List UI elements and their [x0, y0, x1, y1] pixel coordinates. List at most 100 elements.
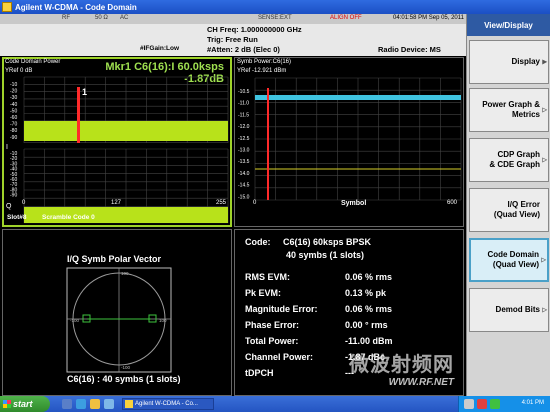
softkey-cdp-cde-graph[interactable]: CDP Graph & CDE Graph ▷ [469, 138, 549, 182]
start-button[interactable]: start [0, 396, 50, 412]
cdp-y-tick-label: -60 [10, 115, 17, 121]
taskbar-item-label: Agilent W-CDMA - Co... [135, 401, 198, 407]
cdp-x-tick-127: 127 [111, 200, 122, 206]
softkey-iq-error-quad[interactable]: I/Q Error (Quad View) [469, 188, 549, 232]
cdp-y-tick-label: -40 [10, 102, 17, 108]
scramble-code: Scramble Code 0 [42, 214, 95, 221]
metrics-code-value: C6(16) 60ksps BPSK [283, 237, 372, 247]
symb-y-tick-label: -14.5 [238, 183, 250, 189]
status-sense: SENSE:EXT [258, 15, 292, 21]
window-title: Agilent W-CDMA - Code Domain [15, 2, 137, 12]
browser-icon[interactable] [76, 399, 86, 409]
iq-tick-right: 100 [159, 318, 167, 323]
softkey-menu: View/Display Display ▶ Power Graph & Met… [466, 14, 550, 396]
slot-number: Slot#8 [7, 214, 27, 221]
cdp-gridlines [23, 76, 229, 224]
radio-device: Radio Device: MS [378, 45, 441, 54]
status-datetime: 04:01:58 PM Sep 05, 2011 [393, 15, 464, 21]
metric-value: -11.00 dBm [345, 336, 393, 346]
metric-value: 0.06 % rms [345, 304, 393, 314]
metric-row: Channel Power: -1.87 dBc [245, 352, 455, 362]
if-gain: #IFGain:Low [140, 45, 179, 52]
metrics-code-header: Code: C6(16) 60ksps BPSK 40 symbs (1 slo… [245, 237, 371, 260]
metric-value: -1.87 dBc [345, 352, 386, 362]
symb-x-tick-600: 600 [447, 200, 458, 206]
tray-icon[interactable] [490, 399, 500, 409]
cdp-signal-bar [77, 87, 80, 143]
submenu-arrow-icon: ▷ [542, 307, 547, 314]
cdp-y-tick-label: -30 [10, 95, 17, 101]
metric-value: --- [345, 368, 354, 378]
cdp-i-branch-label: I [6, 144, 8, 151]
cdp-y-tick-labels-q: -10-20-30-40-50-60-70-80-90 [10, 151, 17, 199]
metric-label: Pk EVM: [245, 288, 282, 298]
softkey-code-domain-label: Code Domain (Quad View) [487, 250, 539, 269]
submenu-arrow-icon: ▷ [542, 157, 547, 164]
metric-label: Magnitude Error: [245, 304, 318, 314]
metric-row: Pk EVM: 0.13 % pk [245, 288, 455, 298]
symb-x-label: Symbol [341, 200, 367, 207]
cdp-y-tick-label: -90 [10, 135, 17, 141]
windows-logo-icon [3, 400, 11, 408]
softkey-power-graph-metrics[interactable]: Power Graph & Metrics ▷ [469, 88, 549, 132]
symb-y-tick-label: -10.5 [238, 89, 250, 95]
code-domain-power-window[interactable]: Code Domain Power YRef 0 dB Mkr1 C6(16):… [2, 57, 232, 227]
trigger: Trig: Free Run [207, 35, 258, 44]
metric-row: Total Power: -11.00 dBm [245, 336, 455, 346]
iq-polar-window[interactable]: I/Q Symb Polar Vector -100 100 100 -100 … [2, 229, 232, 396]
softkey-demod-bits-label: Demod Bits [495, 305, 540, 314]
ch-freq: CH Freq: 1.000000000 GHz [207, 25, 302, 34]
softkey-cdp-graph-label: CDP Graph & CDE Graph [489, 150, 540, 169]
softkey-code-domain-quad[interactable]: Code Domain (Quad View) ▷ [469, 238, 549, 282]
metric-label: Channel Power: [245, 352, 314, 362]
metric-value: 0.06 % rms [345, 272, 393, 282]
cdp-y-tick-label: -80 [10, 128, 17, 134]
metrics-window[interactable]: Code: C6(16) 60ksps BPSK 40 symbs (1 slo… [234, 229, 464, 396]
metric-label: RMS EVM: [245, 272, 290, 282]
iq-tick-top: 100 [121, 271, 129, 276]
symb-y-tick-label: -11.5 [238, 112, 249, 118]
cdp-i-noise-band [24, 121, 228, 141]
attenuation: #Atten: 2 dB (Elec 0) [207, 45, 280, 54]
cdp-y-tick-label: -90 [10, 193, 17, 199]
start-label: start [13, 399, 33, 409]
show-desktop-icon[interactable] [62, 399, 72, 409]
cdp-x-tick-255: 255 [216, 200, 227, 206]
folder-icon[interactable] [90, 399, 100, 409]
metric-value: 0.00 ° rms [345, 320, 388, 330]
softkey-display-label: Display [511, 57, 540, 66]
symbol-power-trace [255, 95, 461, 100]
status-bar: RF 50 Ω AC SENSE:EXT ALIGN OFF 04:01:58 … [0, 14, 466, 24]
submenu-arrow-icon: ▷ [541, 257, 546, 264]
cdp-y-tick-label: -50 [10, 108, 17, 114]
symb-y-tick-labels: -10.5 -11.0 -11.5 -12.0 -12.5 -13.0 -13.5 -14.0… [238, 89, 250, 200]
metric-row: Magnitude Error: 0.06 % rms [245, 304, 455, 314]
submenu-arrow-icon: ▶ [542, 59, 547, 66]
iq-tick-left: -100 [70, 318, 80, 323]
taskbar-item-agilent[interactable]: Agilent W-CDMA - Co... [122, 398, 214, 410]
softkey-demod-bits[interactable]: Demod Bits ▷ [469, 288, 549, 332]
metric-row: tDPCH --- [245, 368, 455, 378]
softkey-power-graph-label: Power Graph & Metrics [482, 100, 540, 119]
app-icon [125, 400, 133, 408]
iq-caption: C6(16) : 40 symbs (1 slots) [67, 374, 181, 384]
iq-polar-graph[interactable]: -100 100 100 -100 [3, 230, 231, 395]
symb-y-tick-label: -12.0 [238, 124, 250, 130]
app-quicklaunch-icon[interactable] [104, 399, 114, 409]
measurement-info-bar: CH Freq: 1.000000000 GHz Trig: Free Run … [0, 24, 466, 56]
metrics-code-label: Code: [245, 237, 271, 247]
cdp-q-branch-label: Q [6, 203, 12, 210]
softkey-iq-error-label: I/Q Error (Quad View) [493, 200, 540, 219]
symbol-power-window[interactable]: Symb Power:C6(16) YRef -12.921 dBm -10.5… [234, 57, 464, 227]
tray-icon[interactable] [464, 399, 474, 409]
symb-y-tick-label: -11.0 [238, 101, 249, 107]
symb-y-tick-label: -15.0 [238, 194, 250, 200]
status-rf: RF [62, 15, 70, 21]
cdp-y-tick-label: -20 [10, 89, 17, 95]
window-title-bar[interactable]: Agilent W-CDMA - Code Domain [0, 0, 550, 14]
cdp-marker-number[interactable]: 1 [82, 87, 87, 97]
metrics-symbs: 40 symbs (1 slots) [286, 250, 365, 260]
tray-icon[interactable] [477, 399, 487, 409]
symbol-power-slot-marker [267, 88, 269, 200]
softkey-display[interactable]: Display ▶ [469, 40, 549, 84]
